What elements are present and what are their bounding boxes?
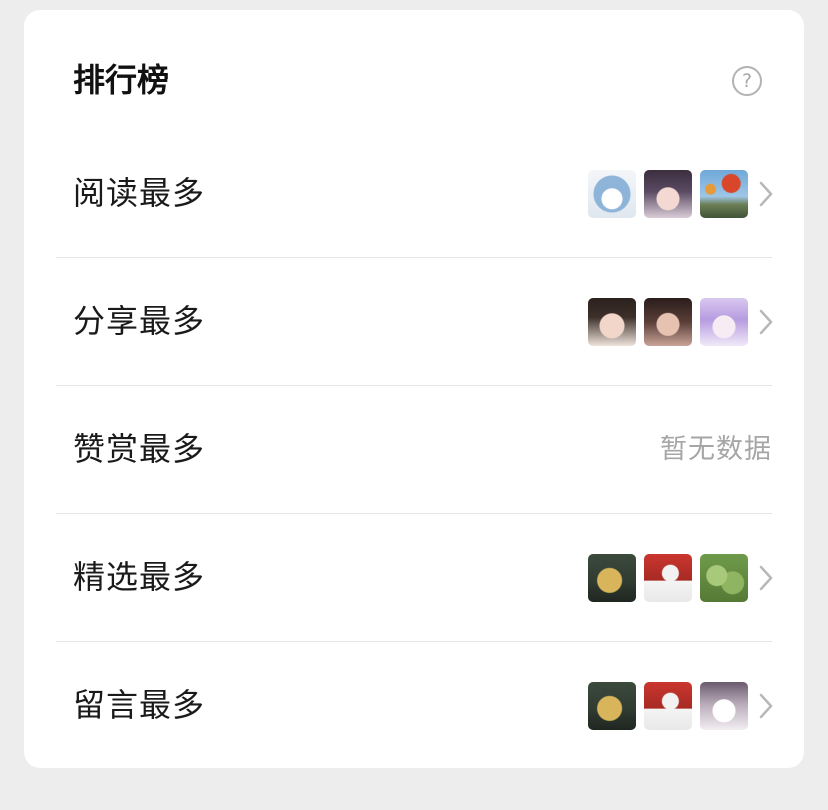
avatar xyxy=(588,682,636,730)
row-right xyxy=(580,130,773,258)
leaderboard-row-most-comments[interactable]: 留言最多 xyxy=(24,642,804,768)
empty-state-text: 暂无数据 xyxy=(660,434,772,465)
leaderboard-row-most-featured[interactable]: 精选最多 xyxy=(24,514,804,642)
help-icon[interactable]: ? xyxy=(732,66,762,96)
avatar xyxy=(588,554,636,602)
avatar xyxy=(644,170,692,218)
avatar-group xyxy=(580,170,748,218)
leaderboard-row-most-shared[interactable]: 分享最多 xyxy=(24,258,804,386)
avatar xyxy=(700,554,748,602)
avatar xyxy=(588,298,636,346)
avatar xyxy=(588,170,636,218)
avatar-group xyxy=(580,298,748,346)
chevron-right-icon xyxy=(756,307,776,337)
avatar xyxy=(644,554,692,602)
chevron-right-icon xyxy=(756,563,776,593)
leaderboard-header: 排行榜 ? xyxy=(24,10,804,140)
avatar xyxy=(700,170,748,218)
row-label: 阅读最多 xyxy=(73,174,206,212)
chevron-right-icon xyxy=(756,691,776,721)
leaderboard-card: 排行榜 ? 阅读最多 分享最多 赞赏最多 暂无数据 精选最多 留言最多 xyxy=(24,10,804,768)
avatar xyxy=(700,298,748,346)
row-right xyxy=(580,642,773,768)
row-label: 留言最多 xyxy=(73,686,206,724)
row-right xyxy=(580,514,773,642)
avatar xyxy=(644,682,692,730)
avatar-group xyxy=(580,554,748,602)
chevron-right-icon xyxy=(756,179,776,209)
row-label: 精选最多 xyxy=(73,558,206,596)
leaderboard-row-most-read[interactable]: 阅读最多 xyxy=(24,130,804,258)
leaderboard-row-most-rewarded: 赞赏最多 暂无数据 xyxy=(24,386,804,514)
row-right: 暂无数据 xyxy=(660,386,772,514)
avatar xyxy=(700,682,748,730)
avatar xyxy=(644,298,692,346)
row-label: 赞赏最多 xyxy=(73,430,206,468)
avatar-group xyxy=(580,682,748,730)
page-title: 排行榜 xyxy=(73,61,170,99)
row-label: 分享最多 xyxy=(73,302,206,340)
row-right xyxy=(580,258,773,386)
